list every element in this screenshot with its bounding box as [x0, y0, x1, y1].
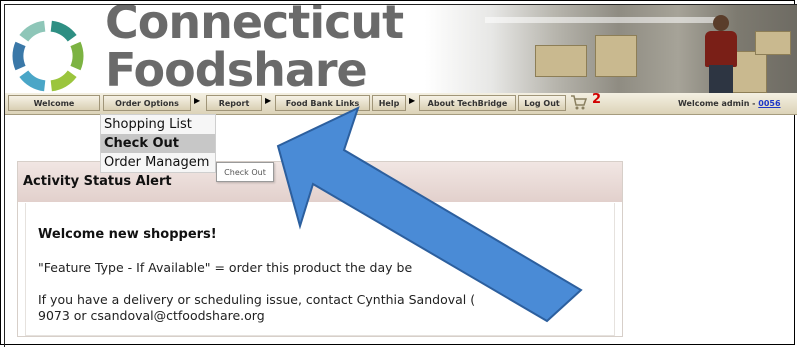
welcome-admin-text: Welcome admin - 0056: [678, 99, 781, 108]
site-header: Connecticut Foodshare: [5, 5, 797, 93]
feature-type-note: "Feature Type - If Available" = order th…: [38, 260, 505, 275]
feature-type-text: "Feature Type - If Available" = order th…: [38, 260, 413, 275]
tab-report[interactable]: Report: [206, 95, 262, 111]
report-arrow-icon[interactable]: ▶: [265, 96, 271, 105]
logo-ring-segment: [19, 20, 46, 42]
worker-figure: [701, 15, 741, 93]
tab-order-options[interactable]: Order Options: [103, 95, 191, 111]
welcome-shoppers-heading: Welcome new shoppers!: [38, 227, 217, 242]
order-options-menu: Shopping List Check Out Order Managem: [100, 114, 216, 173]
welcome-admin-label: Welcome admin -: [678, 99, 759, 108]
contact-note: If you have a delivery or scheduling iss…: [38, 292, 608, 324]
alert-title: Activity Status Alert: [23, 174, 172, 189]
contact-tail: 41-: [535, 292, 556, 307]
logo-ring-segment: [50, 20, 77, 42]
admin-user-link[interactable]: 0056: [758, 99, 780, 108]
contact-email-text: 9073 or csandoval@ctfoodshare.org: [38, 308, 265, 323]
main-nav: Welcome Order Options ▶ Report ▶ Food Ba…: [5, 92, 797, 115]
menu-item-order-management[interactable]: Order Managem: [101, 153, 215, 172]
logo-ring-segment: [12, 41, 26, 71]
activity-status-alert: Activity Status Alert Welcome new shoppe…: [17, 161, 623, 337]
tab-log-out[interactable]: Log Out: [518, 95, 566, 111]
logo-ring-segment: [70, 41, 84, 71]
alert-body: Welcome new shoppers! "Feature Type - If…: [25, 203, 615, 336]
cart-count-badge: 2: [592, 92, 602, 107]
logo-ring-segment: [50, 70, 77, 92]
tab-welcome[interactable]: Welcome: [8, 95, 100, 111]
tab-help[interactable]: Help: [372, 95, 406, 111]
contact-text: If you have a delivery or scheduling iss…: [38, 292, 476, 307]
cart-icon[interactable]: [570, 93, 588, 111]
menu-item-shopping-list[interactable]: Shopping List: [101, 115, 215, 134]
check-out-tooltip: Check Out: [216, 162, 274, 182]
menu-item-check-out[interactable]: Check Out: [101, 134, 215, 153]
warehouse-photo: [425, 5, 797, 93]
order-options-arrow-icon[interactable]: ▶: [194, 96, 200, 105]
foodshare-logo-icon: [12, 20, 84, 92]
feature-type-tail: ses.: [480, 260, 505, 275]
logo-line-2: Foodshare: [105, 43, 368, 93]
tab-food-bank-links[interactable]: Food Bank Links: [275, 95, 370, 111]
help-arrow-icon[interactable]: ▶: [409, 96, 415, 105]
logo-ring-segment: [19, 70, 46, 92]
site-logo-text[interactable]: Connecticut Foodshare: [105, 5, 404, 93]
tab-about-techbridge[interactable]: About TechBridge: [419, 95, 516, 111]
